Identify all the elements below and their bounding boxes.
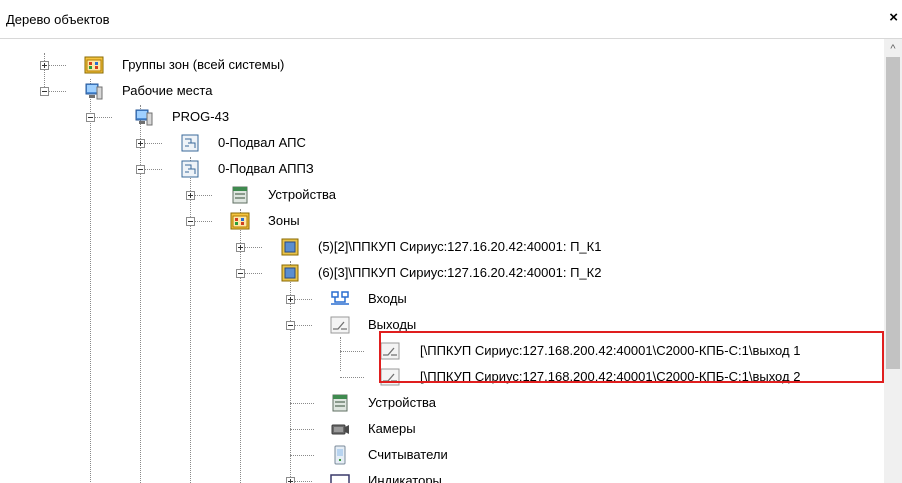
zones-icon — [230, 212, 250, 230]
tree-node-prog43[interactable]: PROG-43 — [134, 106, 294, 128]
collapse-button[interactable] — [86, 113, 95, 122]
tree-node-label: Устройства — [368, 395, 437, 410]
zone-icon — [281, 238, 299, 256]
tree-node-label: 0-Подвал АПС — [218, 135, 306, 150]
tree-guide — [340, 337, 341, 371]
tree-connector — [48, 65, 66, 66]
collapse-button[interactable] — [136, 165, 145, 174]
tree-connector — [290, 403, 314, 404]
tree-connector — [290, 455, 314, 456]
expand-button[interactable] — [186, 191, 195, 200]
tree-node-label: 0-Подвал АППЗ — [218, 161, 314, 176]
tree-connector — [48, 91, 66, 92]
tree-connector — [194, 221, 212, 222]
devices-icon — [332, 394, 348, 412]
tree-connector — [244, 273, 262, 274]
tree-node-label: (5)[2]\ППКУП Сириус:127.16.20.42:40001: … — [318, 239, 602, 254]
tree-node-cameras[interactable]: Камеры — [330, 418, 530, 440]
floor-plan-icon — [181, 160, 199, 178]
tree-guide — [140, 105, 141, 483]
close-button[interactable]: × — [889, 9, 898, 26]
floor-plan-icon — [181, 134, 199, 152]
camera-icon — [331, 424, 349, 435]
tree-node-label: Считыватели — [368, 447, 448, 462]
reader-icon — [334, 445, 346, 465]
tree-guide — [44, 53, 45, 91]
workstation-icon — [85, 83, 103, 100]
tree-node-zone-6[interactable]: (6)[3]\ППКУП Сириус:127.16.20.42:40001: … — [280, 262, 700, 284]
expand-button[interactable] — [236, 243, 245, 252]
tree-guide — [190, 157, 191, 483]
tree-node-indicators[interactable]: Индикаторы — [330, 470, 530, 483]
tree-node-label: Камеры — [368, 421, 416, 436]
tree-guide — [90, 79, 91, 483]
tree-node-basement-appz[interactable]: 0-Подвал АППЗ — [180, 158, 380, 180]
tree-node-zone-devices[interactable]: Устройства — [330, 392, 530, 414]
tree-connector — [294, 299, 312, 300]
tree-node-label: Группы зон (всей системы) — [122, 57, 285, 72]
tree-node-workstations[interactable]: Рабочие места — [84, 80, 284, 102]
vertical-scrollbar[interactable]: ^ — [884, 39, 902, 483]
tree-node-label: Зоны — [268, 213, 300, 228]
expand-button[interactable] — [286, 295, 295, 304]
tree-node-label: Выходы — [368, 317, 417, 332]
tree-node-readers[interactable]: Считыватели — [330, 444, 530, 466]
tree-connector — [94, 117, 112, 118]
panel-title: Дерево объектов — [6, 12, 110, 27]
tree-connector — [144, 143, 162, 144]
collapse-button[interactable] — [40, 87, 49, 96]
tree-node-label: Индикаторы — [368, 473, 442, 483]
expand-button[interactable] — [286, 477, 295, 483]
zone-group-icon — [84, 56, 104, 74]
tree-connector — [340, 377, 364, 378]
tree-connector — [340, 351, 364, 352]
expand-button[interactable] — [40, 61, 49, 70]
tree-node-inputs[interactable]: Входы — [330, 288, 530, 310]
tree-node-label: (6)[3]\ППКУП Сириус:127.16.20.42:40001: … — [318, 265, 602, 280]
tree-connector — [290, 429, 314, 430]
collapse-button[interactable] — [236, 269, 245, 278]
tree-node-zones[interactable]: Зоны — [230, 210, 430, 232]
collapse-button[interactable] — [286, 321, 295, 330]
tree-node-devices[interactable]: Устройства — [230, 184, 430, 206]
tree-node-zone-groups[interactable]: Группы зон (всей системы) — [84, 54, 384, 76]
scroll-thumb[interactable] — [886, 57, 900, 369]
highlight-annotation — [379, 331, 884, 383]
tree-connector — [244, 247, 262, 248]
tree-node-label: Входы — [368, 291, 407, 306]
object-tree-panel: Дерево объектов × Группы зон (всей систе… — [0, 0, 902, 483]
devices-icon — [232, 186, 248, 204]
panel-header: Дерево объектов × — [0, 0, 902, 39]
workstation-icon — [135, 109, 153, 126]
tree-node-label: Рабочие места — [122, 83, 213, 98]
collapse-button[interactable] — [186, 217, 195, 226]
tree-node-zone-5[interactable]: (5)[2]\ППКУП Сириус:127.16.20.42:40001: … — [280, 236, 700, 258]
expand-button[interactable] — [136, 139, 145, 148]
object-tree[interactable]: Группы зон (всей системы) Рабочие места … — [0, 39, 884, 483]
inputs-icon — [331, 291, 349, 305]
tree-node-label: PROG-43 — [172, 109, 230, 124]
tree-connector — [294, 325, 312, 326]
scroll-up-button[interactable]: ^ — [884, 39, 902, 57]
tree-connector — [194, 195, 212, 196]
zone-icon — [281, 264, 299, 282]
tree-node-label: Устройства — [268, 187, 337, 202]
outputs-icon — [330, 316, 350, 334]
tree-connector — [294, 481, 312, 482]
tree-node-basement-aps[interactable]: 0-Подвал АПС — [180, 132, 380, 154]
indicator-icon — [330, 474, 350, 483]
tree-connector — [144, 169, 162, 170]
